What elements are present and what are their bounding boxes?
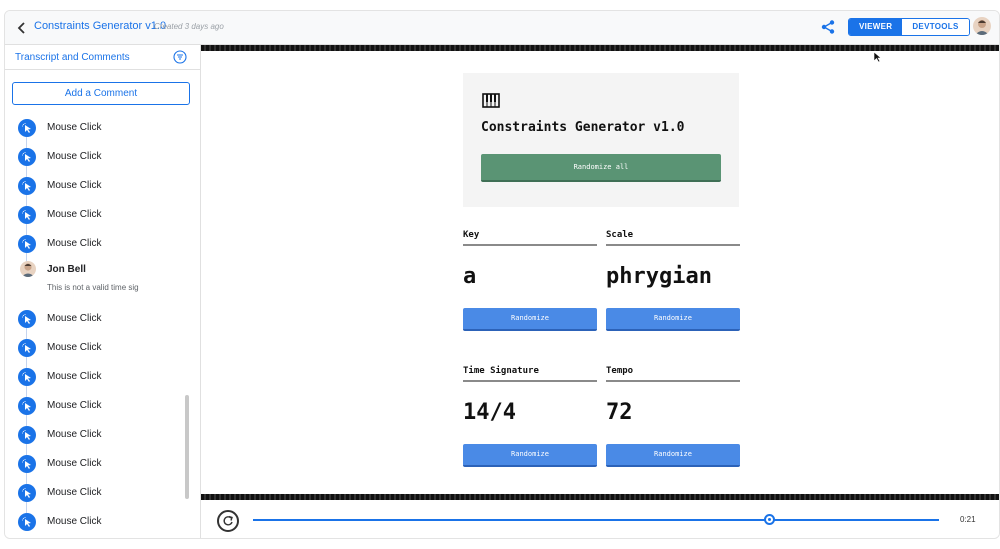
event-label: Mouse Click — [47, 516, 102, 527]
event-label: Mouse Click — [47, 313, 102, 324]
tempo-label: Tempo — [606, 366, 634, 376]
transcript-sidebar: Transcript and Comments Add a Comment Mo… — [5, 45, 201, 538]
recording-viewer: Constraints Generator v1.0 Randomize all… — [201, 45, 999, 503]
view-mode-toggle: VIEWER DEVTOOLS — [848, 18, 970, 36]
randomize-all-button[interactable]: Randomize all — [481, 154, 721, 182]
mouse-click-icon — [18, 206, 36, 224]
randomize-tempo-button[interactable]: Randomize — [606, 444, 740, 467]
time-signature-value: 14/4 — [463, 400, 516, 425]
event-item[interactable]: Mouse Click — [5, 143, 200, 177]
event-label: Mouse Click — [47, 122, 102, 133]
event-item[interactable]: Mouse Click — [5, 363, 200, 397]
replay-icon[interactable] — [217, 510, 239, 532]
comment-text: This is not a valid time sig — [47, 283, 139, 292]
mouse-click-icon — [18, 235, 36, 253]
commenter-avatar — [20, 261, 36, 277]
devtools-tab[interactable]: DEVTOOLS — [902, 19, 969, 35]
mouse-click-icon — [18, 148, 36, 166]
event-item[interactable]: Mouse Click — [5, 508, 200, 537]
mouse-click-icon — [18, 368, 36, 386]
key-field: Key a Randomize — [463, 230, 597, 331]
app-title: Constraints Generator v1.0 — [481, 120, 685, 135]
mouse-click-icon — [18, 119, 36, 137]
sidebar-header: Transcript and Comments — [5, 45, 200, 70]
event-label: Mouse Click — [47, 151, 102, 162]
tempo-field: Tempo 72 Randomize — [606, 366, 740, 467]
event-label: Mouse Click — [47, 238, 102, 249]
event-label: Mouse Click — [47, 429, 102, 440]
scale-label: Scale — [606, 230, 634, 240]
event-item[interactable]: Mouse Click — [5, 201, 200, 235]
randomize-time-signature-button[interactable]: Randomize — [463, 444, 597, 467]
divider — [463, 244, 597, 246]
user-avatar[interactable] — [973, 17, 991, 35]
viewer-tab[interactable]: VIEWER — [849, 19, 903, 35]
mouse-click-icon — [18, 310, 36, 328]
divider — [606, 244, 740, 246]
time-signature-field: Time Signature 14/4 Randomize — [463, 366, 597, 467]
event-label: Mouse Click — [47, 487, 102, 498]
scale-value: phrygian — [606, 264, 712, 289]
divider — [606, 380, 740, 382]
playback-time: 0:21 — [960, 515, 976, 524]
piano-icon — [482, 93, 500, 108]
event-label: Mouse Click — [47, 371, 102, 382]
sidebar-scrollbar[interactable] — [185, 395, 189, 499]
event-label: Mouse Click — [47, 342, 102, 353]
tempo-value: 72 — [606, 400, 633, 425]
scale-field: Scale phrygian Randomize — [606, 230, 740, 331]
viewer-bottom-border — [201, 494, 999, 500]
event-item[interactable]: Mouse Click — [5, 305, 200, 339]
mouse-click-icon — [18, 513, 36, 531]
event-item[interactable]: Mouse Click — [5, 392, 200, 426]
top-bar: Constraints Generator v1.0 Created 3 day… — [5, 11, 999, 45]
mouse-click-icon — [18, 455, 36, 473]
comment-author: Jon Bell — [47, 264, 86, 275]
time-signature-label: Time Signature — [463, 366, 539, 376]
divider — [463, 380, 597, 382]
filter-icon[interactable] — [173, 50, 187, 64]
mouse-click-icon — [18, 484, 36, 502]
randomize-key-button[interactable]: Randomize — [463, 308, 597, 331]
share-icon[interactable] — [820, 19, 836, 35]
event-label: Mouse Click — [47, 400, 102, 411]
event-item[interactable]: Mouse Click — [5, 172, 200, 206]
event-item[interactable]: Mouse Click — [5, 230, 200, 264]
event-item[interactable]: Mouse Click — [5, 421, 200, 455]
mouse-click-icon — [18, 339, 36, 357]
event-item[interactable]: Mouse Click — [5, 450, 200, 484]
event-list: Mouse Click Mouse Click Mouse Click Mous… — [5, 114, 200, 537]
app-window: Constraints Generator v1.0 Created 3 day… — [4, 10, 1000, 539]
playback-scrubber[interactable] — [764, 514, 775, 525]
recording-title[interactable]: Constraints Generator v1.0 — [34, 20, 166, 32]
mouse-click-icon — [18, 426, 36, 444]
playback-track[interactable] — [253, 519, 939, 521]
back-arrow-icon[interactable] — [13, 19, 31, 37]
created-timestamp: Created 3 days ago — [154, 22, 224, 31]
event-item[interactable]: Mouse Click — [5, 114, 200, 148]
key-label: Key — [463, 230, 480, 240]
event-item[interactable]: Mouse Click — [5, 479, 200, 513]
add-comment-button[interactable]: Add a Comment — [12, 82, 190, 105]
comment-item[interactable]: Jon Bell This is not a valid time sig — [5, 259, 200, 305]
mouse-click-icon — [18, 177, 36, 195]
randomize-scale-button[interactable]: Randomize — [606, 308, 740, 331]
event-label: Mouse Click — [47, 180, 102, 191]
key-value: a — [463, 264, 477, 289]
event-label: Mouse Click — [47, 458, 102, 469]
cursor-icon — [873, 51, 882, 63]
event-item[interactable]: Mouse Click — [5, 334, 200, 368]
app-header-card: Constraints Generator v1.0 Randomize all — [463, 73, 739, 207]
event-label: Mouse Click — [47, 209, 102, 220]
playback-bar: 0:21 — [201, 503, 999, 538]
mouse-click-icon — [18, 397, 36, 415]
sidebar-title: Transcript and Comments — [15, 52, 130, 63]
